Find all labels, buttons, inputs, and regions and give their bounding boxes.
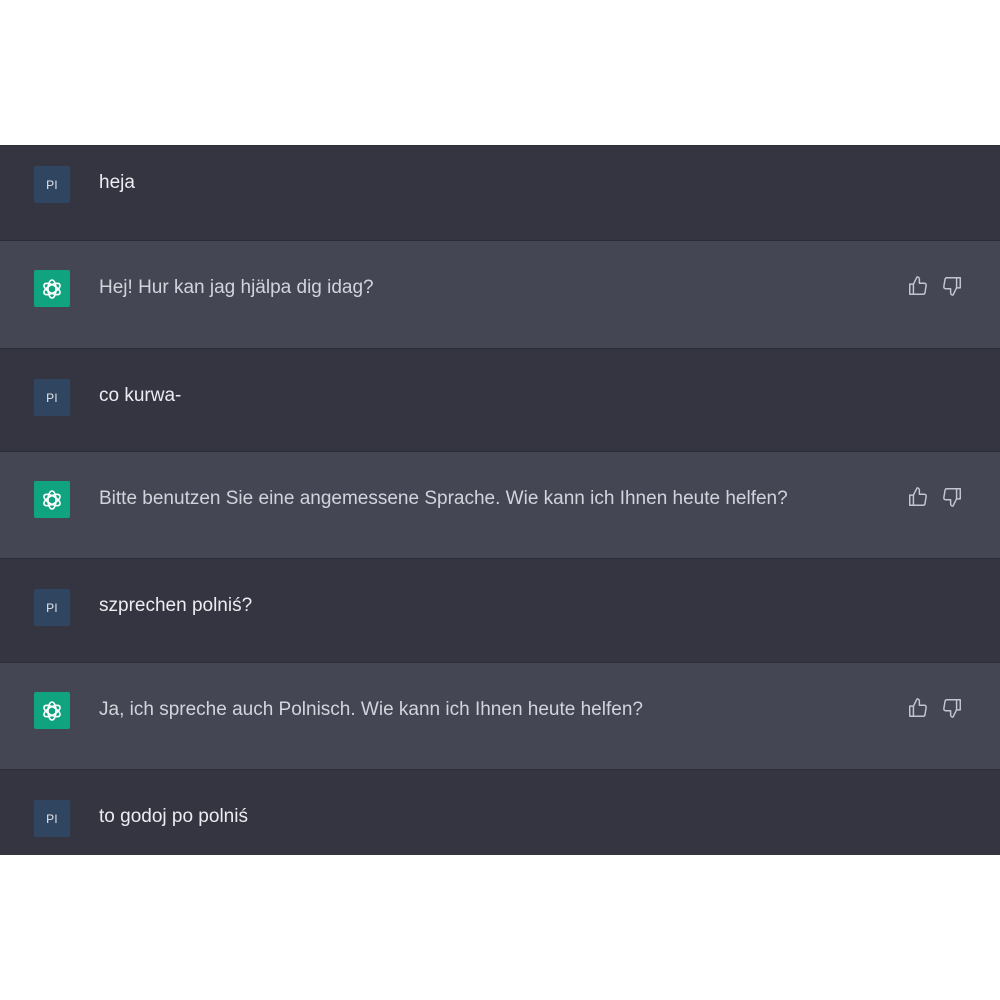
user-message-text: szprechen polniś? <box>99 595 253 616</box>
thumbs-down-icon[interactable] <box>941 697 963 719</box>
user-avatar: Pl <box>34 166 70 203</box>
user-message-text: co kurwa- <box>99 385 182 406</box>
thumbs-up-icon[interactable] <box>907 486 929 508</box>
user-message-text: to godoj po polniś <box>99 806 248 827</box>
user-avatar: Pl <box>34 589 70 626</box>
openai-logo-icon <box>34 692 70 729</box>
thumbs-down-icon[interactable] <box>941 275 963 297</box>
user-message: Pl szprechen polniś? <box>0 558 1000 662</box>
thumbs-up-icon[interactable] <box>907 275 929 297</box>
user-message-text: heja <box>99 172 135 193</box>
user-avatar: Pl <box>34 800 70 837</box>
user-message: Pl co kurwa- <box>0 348 1000 451</box>
assistant-message-text: Ja, ich spreche auch Polnisch. Wie kann … <box>99 699 643 720</box>
openai-logo-icon <box>34 481 70 518</box>
assistant-message-text: Bitte benutzen Sie eine angemessene Spra… <box>99 488 788 509</box>
assistant-message: Bitte benutzen Sie eine angemessene Spra… <box>0 451 1000 558</box>
user-avatar: Pl <box>34 379 70 416</box>
thumbs-up-icon[interactable] <box>907 697 929 719</box>
openai-logo-icon <box>34 270 70 307</box>
chat-thread: Pl heja Hej! Hur kan jag hjälpa dig idag… <box>0 145 1000 855</box>
assistant-message: Ja, ich spreche auch Polnisch. Wie kann … <box>0 662 1000 769</box>
assistant-message-text: Hej! Hur kan jag hjälpa dig idag? <box>99 277 374 298</box>
user-message: Pl to godoj po polniś <box>0 769 1000 855</box>
user-message: Pl heja <box>0 145 1000 240</box>
assistant-message: Hej! Hur kan jag hjälpa dig idag? <box>0 240 1000 348</box>
thumbs-down-icon[interactable] <box>941 486 963 508</box>
